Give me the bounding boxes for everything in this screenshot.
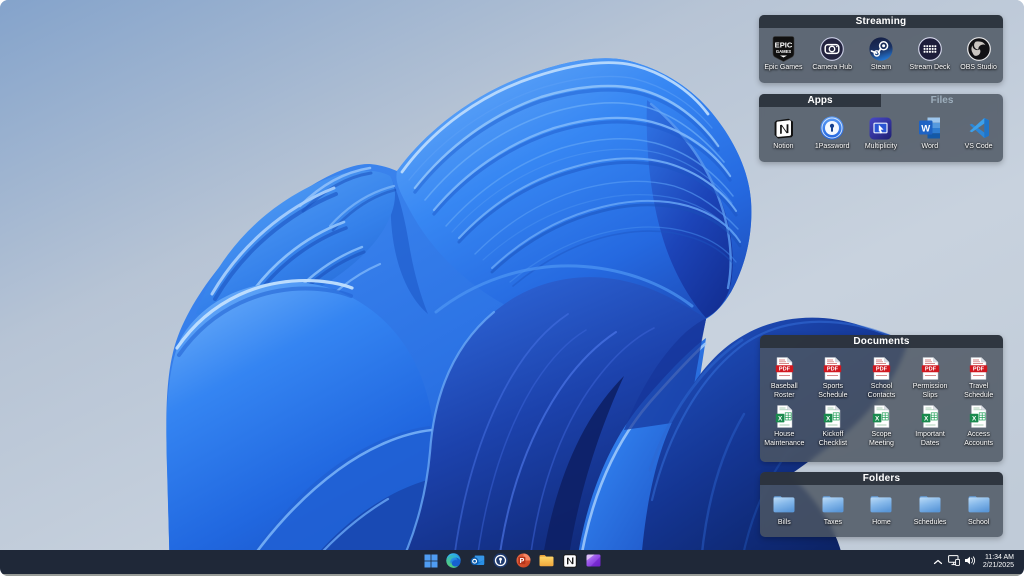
svg-text:X: X — [875, 415, 880, 422]
svg-text:PDF: PDF — [924, 366, 936, 372]
svg-text:PDF: PDF — [973, 366, 985, 372]
svg-text:X: X — [778, 415, 783, 422]
svg-text:PDF: PDF — [876, 366, 888, 372]
svg-text:X: X — [972, 415, 977, 422]
svg-text:GAMES: GAMES — [776, 49, 792, 54]
svg-text:W: W — [921, 124, 930, 135]
svg-text:P: P — [520, 558, 525, 565]
svg-text:X: X — [924, 415, 929, 422]
svg-text:X: X — [826, 415, 831, 422]
svg-text:PDF: PDF — [827, 366, 839, 372]
svg-text:PDF: PDF — [779, 366, 791, 372]
